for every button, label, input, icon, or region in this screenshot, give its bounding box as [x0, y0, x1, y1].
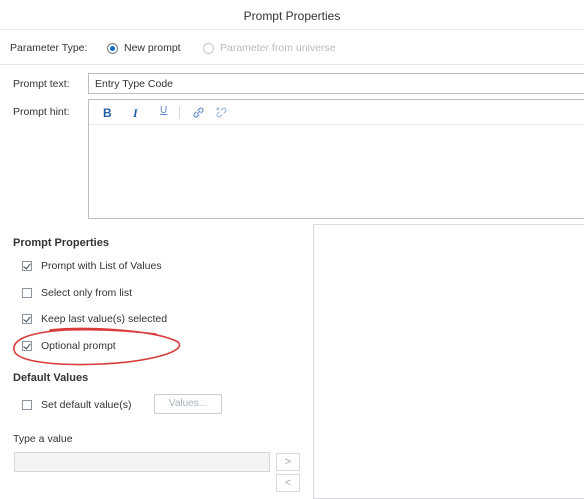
new-prompt-radio[interactable]	[107, 43, 118, 54]
italic-button[interactable]: I	[133, 106, 138, 121]
prompt-hint-label: Prompt hint:	[13, 106, 70, 118]
prompt-hint-editor[interactable]: B I U	[88, 99, 584, 219]
parameter-divider	[0, 64, 584, 65]
parameter-type-label: Parameter Type:	[10, 42, 88, 54]
parameter-from-universe-radio[interactable]	[203, 43, 214, 54]
values-button[interactable]: Values...	[154, 394, 222, 414]
remove-value-button[interactable]: <	[276, 474, 300, 492]
new-prompt-label[interactable]: New prompt	[124, 42, 181, 54]
default-values-heading: Default Values	[13, 372, 89, 384]
prompt-text-label: Prompt text:	[13, 78, 70, 90]
type-value-input[interactable]	[14, 452, 270, 472]
keep-last-values-checkbox[interactable]	[22, 314, 32, 324]
list-of-values-checkbox[interactable]	[22, 261, 32, 271]
prompt-properties-heading: Prompt Properties	[13, 237, 109, 249]
toolbar-separator	[179, 106, 180, 119]
list-of-values-label[interactable]: Prompt with List of Values	[41, 260, 162, 272]
link-icon[interactable]	[192, 106, 205, 119]
annotation-circle	[13, 327, 181, 366]
header-divider	[0, 29, 584, 30]
select-only-from-list-label[interactable]: Select only from list	[41, 287, 132, 299]
set-default-values-checkbox[interactable]	[22, 400, 32, 410]
unlink-icon[interactable]	[215, 106, 228, 119]
add-value-button[interactable]: >	[276, 453, 300, 471]
bold-button[interactable]: B	[103, 106, 112, 120]
prompt-text-input[interactable]: Entry Type Code	[88, 73, 584, 94]
prompt-text-value: Entry Type Code	[95, 78, 174, 90]
type-value-label: Type a value	[13, 433, 73, 445]
set-default-values-label[interactable]: Set default value(s)	[41, 399, 131, 411]
parameter-from-universe-label[interactable]: Parameter from universe	[220, 42, 336, 54]
underline-button[interactable]: U	[160, 105, 167, 116]
select-only-from-list-checkbox[interactable]	[22, 288, 32, 298]
values-list-panel[interactable]	[313, 224, 584, 499]
dialog-title: Prompt Properties	[243, 9, 341, 23]
